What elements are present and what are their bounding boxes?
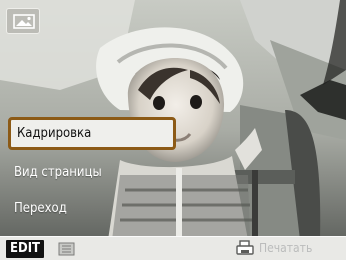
- menu-item-trimming[interactable]: Кадрировка: [8, 117, 176, 150]
- edit-menu: Кадрировка Вид страницы Переход: [8, 113, 176, 229]
- image-icon: [13, 14, 35, 29]
- menu-item-jump[interactable]: Переход: [8, 192, 176, 225]
- menu-list-icon: [58, 242, 75, 256]
- menu-item-label: Кадрировка: [17, 126, 92, 141]
- printer-lcd-screen: Кадрировка Вид страницы Переход EDIT Печ…: [0, 0, 346, 260]
- bottom-bar: EDIT Печатать: [0, 236, 346, 260]
- photo-mode-icon: [6, 8, 40, 34]
- printer-icon: [236, 240, 254, 255]
- menu-item-page-layout[interactable]: Вид страницы: [8, 156, 176, 189]
- print-label: Печатать: [259, 241, 313, 255]
- menu-item-label: Вид страницы: [14, 165, 102, 180]
- edit-button[interactable]: EDIT: [6, 240, 45, 258]
- print-button[interactable]: Печатать: [235, 238, 343, 259]
- menu-item-label: Переход: [14, 201, 67, 216]
